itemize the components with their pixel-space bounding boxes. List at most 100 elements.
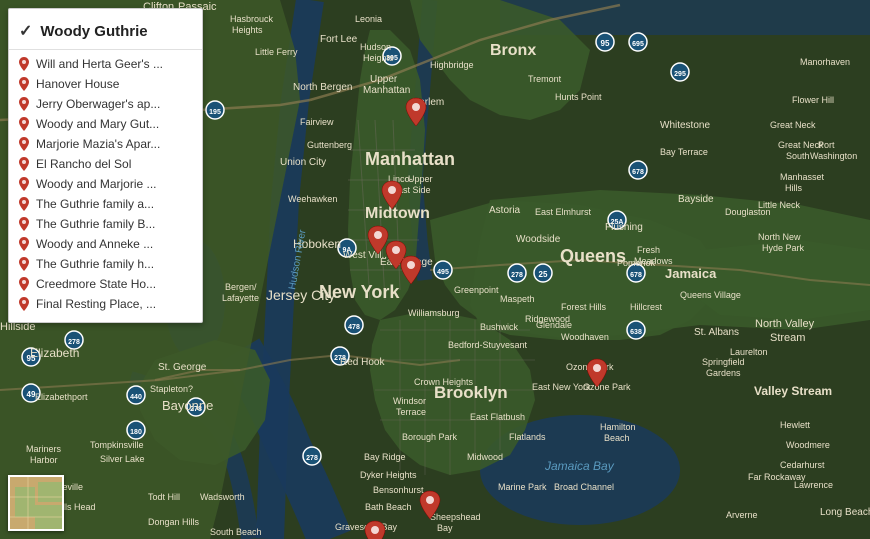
svg-text:440: 440 xyxy=(130,394,142,401)
svg-text:Wadsworth: Wadsworth xyxy=(200,492,245,502)
svg-text:278: 278 xyxy=(511,272,523,279)
map-pin-icon xyxy=(19,277,29,291)
sidebar-item-label: The Guthrie family a... xyxy=(36,197,154,211)
svg-text:Bedford-Stuyvesant: Bedford-Stuyvesant xyxy=(448,340,528,350)
sidebar-item-label: Creedmore State Ho... xyxy=(36,277,156,291)
svg-text:Union City: Union City xyxy=(280,157,326,168)
svg-text:Elizabethport: Elizabethport xyxy=(35,392,88,402)
svg-text:195: 195 xyxy=(209,109,221,116)
svg-text:Flushing: Flushing xyxy=(605,222,643,233)
map-pin-icon xyxy=(19,297,29,311)
svg-text:Upper: Upper xyxy=(408,174,433,184)
svg-text:278: 278 xyxy=(306,455,318,462)
svg-text:Little Ferry: Little Ferry xyxy=(255,47,298,57)
map-pin-icon xyxy=(19,237,29,251)
svg-text:Borough Park: Borough Park xyxy=(402,432,458,442)
sidebar-title-text: Woody Guthrie xyxy=(40,23,147,40)
svg-text:South Beach: South Beach xyxy=(210,527,262,537)
svg-text:East Flatbush: East Flatbush xyxy=(470,412,525,422)
map-pin-icon xyxy=(19,177,29,191)
sidebar-item[interactable]: Jerry Oberwager's ap... xyxy=(9,94,202,114)
svg-text:Gardens: Gardens xyxy=(706,368,741,378)
svg-text:Bushwick: Bushwick xyxy=(480,322,519,332)
sidebar-item[interactable]: Marjorie Mazia's Apar... xyxy=(9,134,202,154)
sidebar-item[interactable]: The Guthrie family B... xyxy=(9,214,202,234)
svg-text:Whitestone: Whitestone xyxy=(660,120,710,131)
map-pin-icon xyxy=(19,97,29,111)
svg-text:495: 495 xyxy=(437,269,449,276)
sidebar-item[interactable]: Final Resting Place, ... xyxy=(9,294,202,314)
svg-text:Red Hook: Red Hook xyxy=(340,357,385,368)
svg-text:25: 25 xyxy=(539,270,548,279)
svg-text:295: 295 xyxy=(674,71,686,78)
svg-text:95: 95 xyxy=(601,39,610,48)
svg-text:Stapleton?: Stapleton? xyxy=(150,384,193,394)
svg-text:Astoria: Astoria xyxy=(489,205,521,216)
sidebar-item[interactable]: The Guthrie family h... xyxy=(9,254,202,274)
sidebar-item-label: The Guthrie family h... xyxy=(36,257,154,271)
sidebar-item[interactable]: Woody and Anneke ... xyxy=(9,234,202,254)
svg-text:Flower Hill: Flower Hill xyxy=(792,95,834,105)
sidebar-item-label: Marjorie Mazia's Apar... xyxy=(36,137,160,151)
svg-text:North Bergen: North Bergen xyxy=(293,82,352,93)
svg-text:Dyker Heights: Dyker Heights xyxy=(360,470,417,480)
svg-text:Bergen/: Bergen/ xyxy=(225,282,257,292)
map-pin-icon xyxy=(19,117,29,131)
svg-text:Manhasset: Manhasset xyxy=(780,172,825,182)
svg-text:478: 478 xyxy=(348,324,360,331)
svg-text:Hewlett: Hewlett xyxy=(780,420,811,430)
sidebar-item[interactable]: The Guthrie family a... xyxy=(9,194,202,214)
svg-text:Broad Channel: Broad Channel xyxy=(554,482,614,492)
sidebar-checkbox[interactable]: ✓ xyxy=(19,21,32,41)
svg-text:Long Beach: Long Beach xyxy=(820,507,870,518)
svg-text:Dongan Hills: Dongan Hills xyxy=(148,517,200,527)
svg-text:678: 678 xyxy=(632,169,644,176)
svg-text:Hasbrouck: Hasbrouck xyxy=(230,14,274,24)
svg-text:Tompkinsville: Tompkinsville xyxy=(90,440,144,450)
svg-text:Bayonne: Bayonne xyxy=(162,398,213,413)
svg-text:Meadows: Meadows xyxy=(634,256,673,266)
sidebar-item-label: Hanover House xyxy=(36,77,119,91)
svg-text:Jamaica Bay: Jamaica Bay xyxy=(544,459,615,473)
svg-text:Stream: Stream xyxy=(770,332,805,344)
svg-text:Sheepshead: Sheepshead xyxy=(430,512,481,522)
sidebar-item-label: Woody and Mary Gut... xyxy=(36,117,159,131)
sidebar-item[interactable]: Hanover House xyxy=(9,74,202,94)
sidebar-item[interactable]: El Rancho del Sol xyxy=(9,154,202,174)
sidebar-items-list: Will and Herta Geer's ... Hanover House Je… xyxy=(9,54,202,314)
sidebar-item[interactable]: Woody and Marjorie ... xyxy=(9,174,202,194)
map-pin-icon xyxy=(19,257,29,271)
svg-text:Arverne: Arverne xyxy=(726,510,758,520)
svg-text:Manhattan: Manhattan xyxy=(363,85,410,96)
map-thumbnail[interactable] xyxy=(8,475,64,531)
svg-text:Great Neck: Great Neck xyxy=(770,120,816,130)
svg-text:Fairview: Fairview xyxy=(300,117,334,127)
svg-text:Woodmere: Woodmere xyxy=(786,440,830,450)
svg-text:Great Neck: Great Neck xyxy=(778,140,824,150)
svg-text:Springfield: Springfield xyxy=(702,357,745,367)
svg-text:Weehawken: Weehawken xyxy=(288,194,337,204)
svg-text:695: 695 xyxy=(632,41,644,48)
sidebar-panel: ✓ Woody Guthrie Will and Herta Geer's ..… xyxy=(8,8,203,323)
svg-text:Queens Village: Queens Village xyxy=(680,290,741,300)
map-pin-icon xyxy=(19,57,29,71)
svg-text:Laurelton: Laurelton xyxy=(730,347,768,357)
svg-text:Bath Beach: Bath Beach xyxy=(365,502,412,512)
sidebar-item[interactable]: Will and Herta Geer's ... xyxy=(9,54,202,74)
svg-text:New York: New York xyxy=(319,282,400,302)
sidebar-item-label: Woody and Anneke ... xyxy=(36,237,153,251)
sidebar-item[interactable]: Creedmore State Ho... xyxy=(9,274,202,294)
sidebar-item-label: Jerry Oberwager's ap... xyxy=(36,97,160,111)
sidebar-item-label: El Rancho del Sol xyxy=(36,157,131,171)
svg-text:Bay Ridge: Bay Ridge xyxy=(364,452,406,462)
svg-text:Manhattan: Manhattan xyxy=(365,149,455,169)
sidebar-item[interactable]: Woody and Mary Gut... xyxy=(9,114,202,134)
svg-text:North Valley: North Valley xyxy=(755,318,815,330)
sidebar-item-label: Woody and Marjorie ... xyxy=(36,177,157,191)
svg-text:Heights: Heights xyxy=(232,25,263,35)
svg-text:Marine Park: Marine Park xyxy=(498,482,547,492)
svg-text:Hudson: Hudson xyxy=(360,42,391,52)
sidebar-item-label: The Guthrie family B... xyxy=(36,217,155,231)
svg-text:South: South xyxy=(786,151,810,161)
svg-text:East Elmhurst: East Elmhurst xyxy=(535,207,592,217)
